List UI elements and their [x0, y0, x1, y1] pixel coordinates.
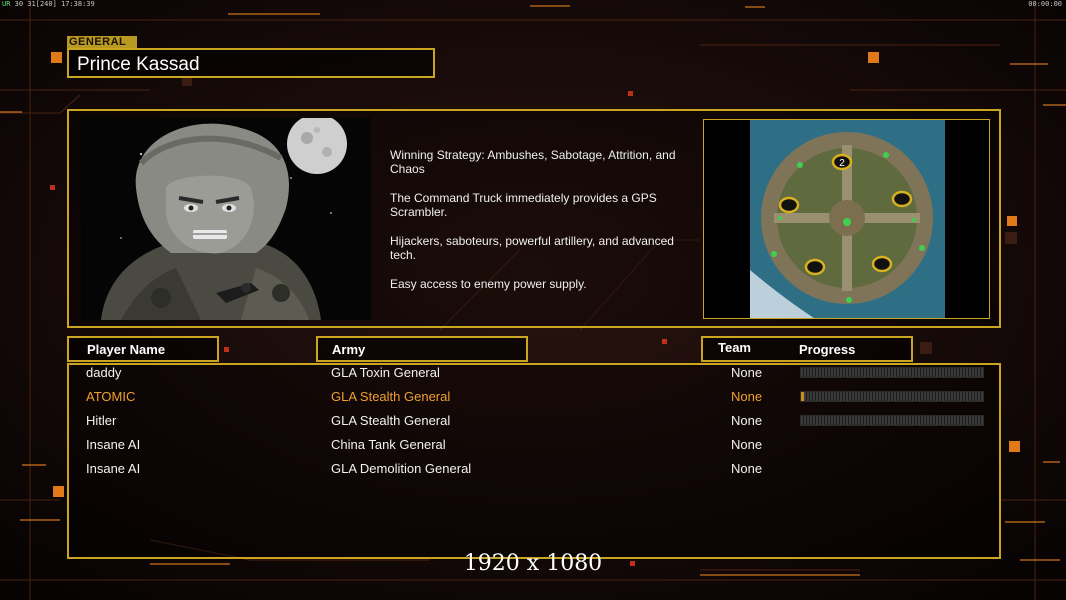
header-team-progress[interactable]: Team Progress [701, 336, 913, 362]
description-line: The Command Truck immediately provides a… [390, 191, 657, 219]
player-row[interactable]: ATOMIC GLA Stealth General None [0, 387, 984, 411]
hud-left-prefix: UR [2, 0, 11, 8]
general-name-box: Prince Kassad [67, 48, 435, 78]
hud-right-clock: 00:00:00 [1028, 0, 1062, 8]
player-team: None [731, 365, 763, 380]
map-preview[interactable]: 2 [703, 119, 990, 319]
player-team: None [731, 461, 763, 476]
player-army: China Tank General [331, 437, 446, 452]
player-team: None [731, 437, 763, 452]
player-army: GLA Demolition General [331, 461, 472, 476]
general-description: Winning Strategy: Ambushes, Sabotage, At… [390, 148, 695, 306]
header-team-label: Team [718, 340, 751, 355]
player-row[interactable]: Insane AI GLA Demolition General None [0, 459, 934, 483]
player-start-marker: 2 [839, 158, 845, 169]
header-army-label: Army [332, 342, 366, 357]
general-name: Prince Kassad [77, 54, 200, 75]
player-team: None [731, 389, 763, 404]
description-line: Hijackers, saboteurs, powerful artillery… [390, 234, 674, 262]
player-name: Hitler [86, 413, 117, 428]
player-name: daddy [86, 365, 122, 380]
header-player-name[interactable]: Player Name [67, 336, 219, 362]
player-army: GLA Stealth General [331, 413, 451, 428]
player-name: Insane AI [86, 437, 141, 452]
header-army[interactable]: Army [316, 336, 528, 362]
progress-bar-fill [801, 392, 804, 401]
description-line: Easy access to enemy power supply. [390, 277, 587, 291]
player-row[interactable]: daddy GLA Toxin General None [0, 363, 984, 387]
map-image: 2 [704, 120, 989, 318]
resolution-label: 1920 x 1080 [463, 551, 603, 576]
player-army: GLA Stealth General [331, 389, 451, 404]
general-portrait [81, 118, 371, 320]
progress-bar [800, 367, 984, 378]
progress-bar [800, 415, 984, 426]
header-player-name-label: Player Name [87, 342, 166, 357]
player-name: ATOMIC [86, 389, 136, 404]
player-row[interactable]: Hitler GLA Stealth General None [0, 411, 984, 435]
player-army: GLA Toxin General [331, 365, 440, 380]
player-name: Insane AI [86, 461, 141, 476]
hud-left-text: 30 31[240] 17:38:39 [14, 0, 95, 8]
player-team: None [731, 413, 763, 428]
hud-left-readout: UR 30 31[240] 17:38:39 [2, 0, 95, 8]
description-line: Winning Strategy: Ambushes, Sabotage, At… [390, 148, 676, 176]
progress-bar [800, 391, 984, 402]
general-tag: GENERAL [67, 36, 137, 48]
header-progress-label: Progress [799, 342, 856, 357]
player-row[interactable]: Insane AI China Tank General None [0, 435, 934, 459]
